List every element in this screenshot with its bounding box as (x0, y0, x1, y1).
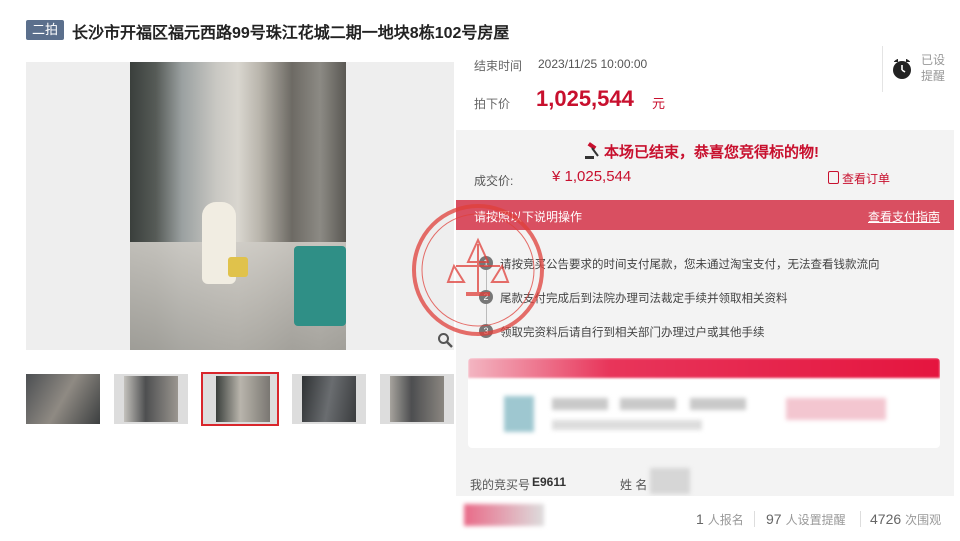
redacted-card (468, 358, 940, 448)
page-title: 长沙市开福区福元西路99号珠江花城二期一地块8栋102号房屋 (72, 25, 510, 42)
remind-button[interactable]: 已设提醒 (882, 46, 946, 92)
notice-bar: 请按照以下说明操作 查看支付指南 (456, 200, 954, 230)
end-time-label: 结束时间 (474, 59, 523, 73)
thumbnail-5[interactable] (380, 374, 454, 424)
step-number: 1 (479, 256, 493, 270)
name-label: 姓 名 (620, 478, 648, 492)
hammer-price: 1,025,544 (536, 86, 634, 111)
result-panel: 本场已结束，恭喜您竞得标的物! 成交价: ¥ 1,025,544 查看订单 请按… (456, 130, 954, 541)
remind-label: 已设提醒 (921, 53, 946, 83)
step-text: 领取完资料后请自行到相关部门办理过户或其他手续 (500, 327, 765, 339)
thumbnail-1[interactable] (26, 374, 100, 424)
zoom-icon[interactable] (437, 332, 453, 348)
sofa (294, 246, 346, 326)
thumbnail-2[interactable] (114, 374, 188, 424)
property-photo (130, 62, 346, 350)
step-number: 3 (479, 324, 493, 338)
payment-guide-link[interactable]: 查看支付指南 (868, 208, 940, 225)
deal-price-label: 成交价: (474, 174, 514, 188)
thumbnail-3-selected[interactable] (201, 372, 279, 426)
view-count: 4726 次围观 (870, 511, 942, 527)
alarm-clock-icon (893, 59, 911, 79)
step-text: 请按竞买公告要求的时间支付尾款，您未通过淘宝支付，无法查看钱款流向 (500, 259, 880, 271)
bidder-number: E9611 (532, 475, 567, 489)
view-order-link[interactable]: 查看订单 (842, 170, 890, 187)
signup-count: 1 人报名 (696, 511, 744, 527)
auction-round-tag: 二拍 (26, 20, 64, 40)
end-time-value: 2023/11/25 10:00:00 (538, 57, 648, 71)
bidder-number-label: 我的竞买号 (470, 478, 531, 492)
main-image[interactable] (26, 62, 454, 350)
deal-price: ¥ 1,025,544 (552, 168, 632, 185)
redacted-user (464, 504, 544, 526)
gavel-icon (585, 142, 599, 159)
price-label: 拍下价 (474, 97, 511, 111)
step-number: 2 (479, 290, 493, 304)
price-unit: 元 (652, 96, 666, 111)
thumbnail-4[interactable] (292, 374, 366, 424)
result-title: 本场已结束，恭喜您竞得标的物! (604, 144, 819, 161)
notice-text: 请按照以下说明操作 (474, 210, 583, 224)
redacted-name (650, 468, 690, 494)
reminder-count: 97 人设置提醒 (766, 511, 846, 527)
order-icon (828, 171, 839, 184)
step-text: 尾款支付完成后到法院办理司法裁定手续并领取相关资料 (500, 293, 788, 305)
